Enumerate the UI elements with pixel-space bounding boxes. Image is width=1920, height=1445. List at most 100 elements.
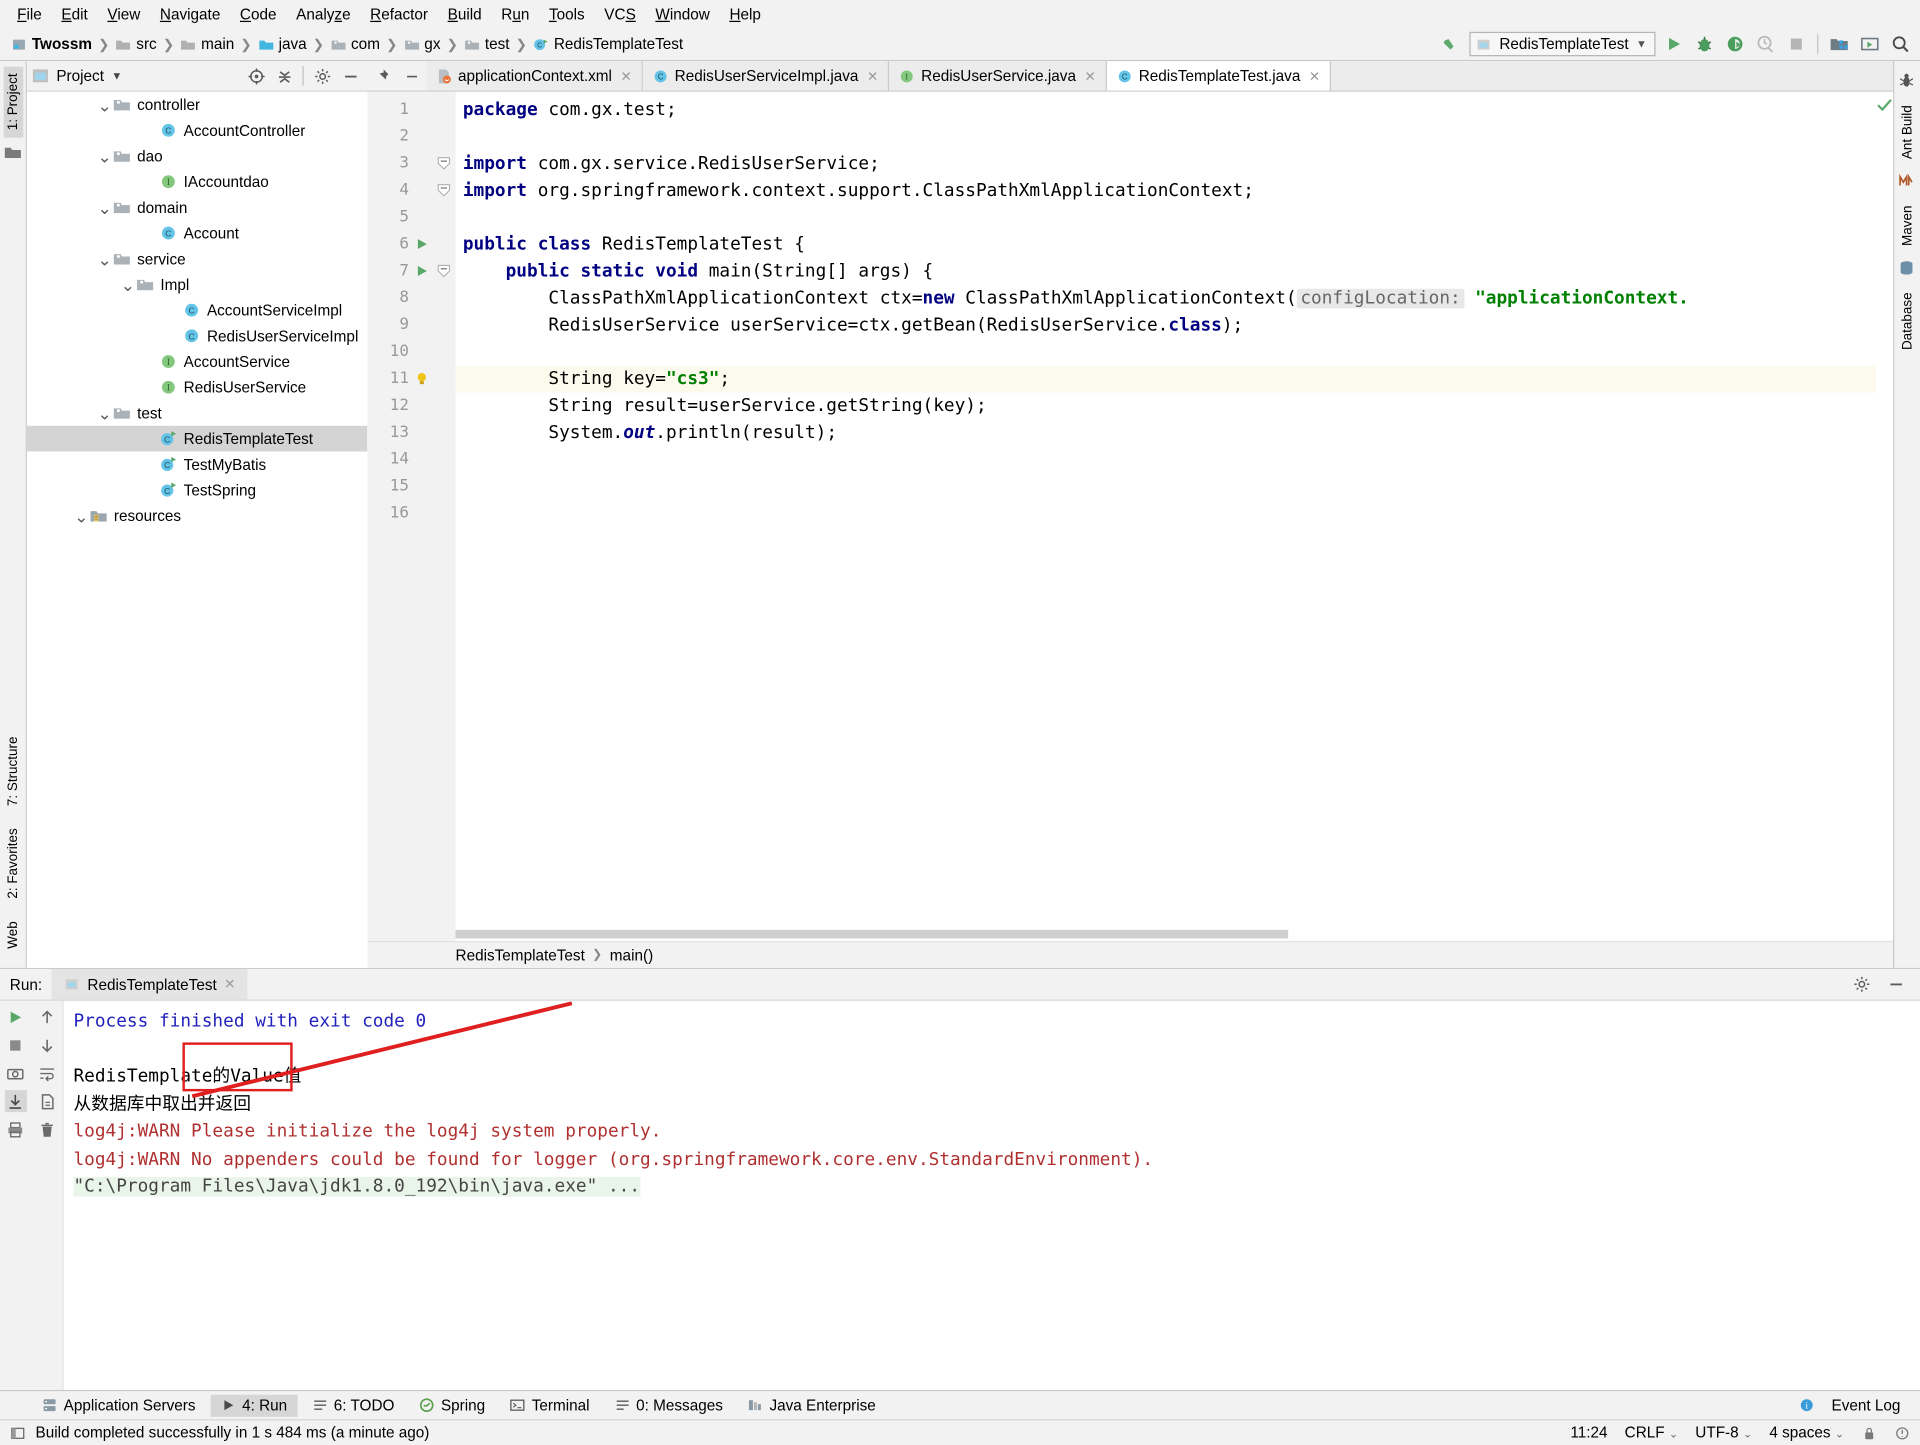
search-everywhere-icon[interactable] xyxy=(1888,32,1912,56)
gutter-line[interactable]: 8 xyxy=(367,285,455,312)
editor-tab-redisuserservice-java[interactable]: I RedisUserService.java ✕ xyxy=(889,61,1107,90)
tree-node-redisuserservice[interactable]: IRedisUserService xyxy=(27,374,367,400)
bottom-tab-todo[interactable]: 6: TODO xyxy=(302,1394,404,1416)
gutter-line[interactable]: 10 xyxy=(367,339,455,366)
debug-icon[interactable] xyxy=(1692,32,1716,56)
code-editor[interactable]: 12345678910111213141516 package com.gx.t… xyxy=(367,92,1893,941)
editor-tab-redisuserserviceimpl-java[interactable]: C RedisUserServiceImpl.java ✕ xyxy=(643,61,889,90)
rerun-icon[interactable] xyxy=(5,1006,27,1028)
breadcrumb-method[interactable]: main() xyxy=(610,946,653,963)
sidebar-item-structure[interactable]: 7: Structure xyxy=(3,730,23,814)
gutter-line[interactable]: 3 xyxy=(367,150,455,177)
close-icon[interactable]: ✕ xyxy=(867,68,878,84)
run-console-output[interactable]: Process finished with exit code 0RedisTe… xyxy=(64,1001,1920,1390)
gutter-line[interactable]: 6 xyxy=(367,231,455,258)
minimize-icon[interactable] xyxy=(1883,972,1907,996)
tree-node-service[interactable]: ⌄service xyxy=(27,246,367,272)
code-line[interactable]: import com.gx.service.RedisUserService; xyxy=(456,150,1876,177)
scroll-up-icon[interactable] xyxy=(36,1006,58,1028)
menu-item-window[interactable]: Window xyxy=(646,3,720,25)
code-line[interactable]: ClassPathXmlApplicationContext ctx=new C… xyxy=(456,285,1876,312)
soft-wrap-icon[interactable] xyxy=(36,1062,58,1084)
menu-item-refactor[interactable]: Refactor xyxy=(360,3,437,25)
code-line[interactable] xyxy=(456,204,1876,231)
bottom-tab-messages[interactable]: 0: Messages xyxy=(604,1394,732,1416)
bottom-tab-run[interactable]: 4: Run xyxy=(210,1394,297,1416)
fold-marker-icon[interactable] xyxy=(437,264,450,277)
camera-icon[interactable] xyxy=(5,1062,27,1084)
gutter-line[interactable]: 16 xyxy=(367,500,455,527)
chevron-down-icon[interactable]: ⌄ xyxy=(97,204,113,211)
editor-gutter[interactable]: 12345678910111213141516 xyxy=(367,92,455,941)
menu-item-navigate[interactable]: Navigate xyxy=(150,3,230,25)
status-encoding[interactable]: UTF-8 ⌄ xyxy=(1695,1424,1752,1441)
scroll-to-end-icon[interactable] xyxy=(5,1090,27,1112)
menu-item-tools[interactable]: Tools xyxy=(539,3,594,25)
tree-node-test[interactable]: ⌄test xyxy=(27,400,367,426)
run-gutter-icon[interactable] xyxy=(414,263,430,279)
chevron-down-icon[interactable]: ⌄ xyxy=(97,152,113,159)
sidebar-item-maven[interactable]: Maven xyxy=(1897,198,1917,253)
breadcrumb-java[interactable]: java xyxy=(254,34,310,54)
stop-icon[interactable] xyxy=(5,1034,27,1056)
gutter-line[interactable]: 13 xyxy=(367,420,455,447)
menu-item-run[interactable]: Run xyxy=(491,3,539,25)
close-icon[interactable]: ✕ xyxy=(1309,68,1320,84)
tree-node-account[interactable]: CAccount xyxy=(27,220,367,246)
breadcrumb-twossm[interactable]: Twossm xyxy=(7,34,95,54)
editor-tab-redistemplatetest-java[interactable]: C RedisTemplateTest.java ✕ xyxy=(1107,61,1331,90)
tree-node-impl[interactable]: ⌄Impl xyxy=(27,272,367,298)
sidebar-item-database[interactable]: Database xyxy=(1897,285,1917,357)
breadcrumb-src[interactable]: src xyxy=(112,34,161,54)
intention-bulb-icon[interactable] xyxy=(414,371,430,387)
run-configuration-selector[interactable]: RedisTemplateTest ▼ xyxy=(1470,32,1656,56)
tree-node-resources[interactable]: ⌄resources xyxy=(27,503,367,529)
chevron-down-icon[interactable]: ▼ xyxy=(111,70,122,82)
fold-marker-icon[interactable] xyxy=(437,157,450,170)
project-structure-icon[interactable] xyxy=(1827,32,1851,56)
bottom-tab-spring[interactable]: Spring xyxy=(409,1394,495,1416)
close-icon[interactable]: ✕ xyxy=(1085,68,1096,84)
gear-icon[interactable] xyxy=(1849,972,1873,996)
tree-node-redistemplatetest[interactable]: CRedisTemplateTest xyxy=(27,426,367,452)
chevron-down-icon[interactable]: ⌄ xyxy=(97,101,113,108)
scroll-down-icon[interactable] xyxy=(36,1034,58,1056)
tree-node-iaccountdao[interactable]: IIAccountdao xyxy=(27,169,367,195)
chevron-down-icon[interactable]: ⌄ xyxy=(97,409,113,416)
sidebar-item-ant-build[interactable]: Ant Build xyxy=(1897,98,1917,167)
gear-icon[interactable] xyxy=(310,64,334,88)
gutter-line[interactable]: 15 xyxy=(367,473,455,500)
run-tab-redistemplatetest[interactable]: RedisTemplateTest ✕ xyxy=(52,969,248,1000)
sidebar-item-web[interactable]: Web xyxy=(3,913,23,955)
collapse-all-icon[interactable] xyxy=(272,64,296,88)
menu-item-file[interactable]: File xyxy=(7,3,51,25)
editor-tab-applicationcontext-xml[interactable]: applicationContext.xml ✕ xyxy=(426,61,643,90)
tree-node-accountservice[interactable]: IAccountService xyxy=(27,349,367,375)
breadcrumb-class[interactable]: RedisTemplateTest xyxy=(456,946,585,963)
status-line-separator[interactable]: CRLF ⌄ xyxy=(1625,1424,1678,1441)
chevron-down-icon[interactable]: ⌄ xyxy=(120,281,136,288)
code-line[interactable]: import org.springframework.context.suppo… xyxy=(456,177,1876,204)
code-line[interactable]: RedisUserService userService=ctx.getBean… xyxy=(456,312,1876,339)
back-arrow-icon[interactable] xyxy=(1439,32,1463,56)
project-tree[interactable]: ⌄controllerCAccountController⌄daoIIAccou… xyxy=(27,92,367,968)
inspection-icon[interactable] xyxy=(1894,1425,1910,1441)
menu-item-code[interactable]: Code xyxy=(230,3,286,25)
gutter-line[interactable]: 9 xyxy=(367,312,455,339)
target-icon[interactable] xyxy=(244,64,268,88)
gutter-line[interactable]: 12 xyxy=(367,393,455,420)
editor-marker-bar[interactable] xyxy=(1876,92,1893,941)
breadcrumb-test[interactable]: test xyxy=(460,34,513,54)
gutter-line[interactable]: 14 xyxy=(367,447,455,474)
tree-node-testmybatis[interactable]: CTestMyBatis xyxy=(27,451,367,477)
sidebar-item-project[interactable]: 1: Project xyxy=(3,66,23,138)
print-icon[interactable] xyxy=(5,1118,27,1140)
gutter-line[interactable]: 2 xyxy=(367,124,455,151)
menu-item-analyze[interactable]: Analyze xyxy=(286,3,360,25)
pin-icon[interactable] xyxy=(370,64,394,88)
run-icon[interactable] xyxy=(1662,32,1686,56)
tree-node-dao[interactable]: ⌄dao xyxy=(27,143,367,169)
bottom-tab-terminal[interactable]: Terminal xyxy=(500,1394,599,1416)
code-line[interactable]: String key="cs3"; xyxy=(456,366,1876,393)
close-icon[interactable]: ✕ xyxy=(621,68,632,84)
